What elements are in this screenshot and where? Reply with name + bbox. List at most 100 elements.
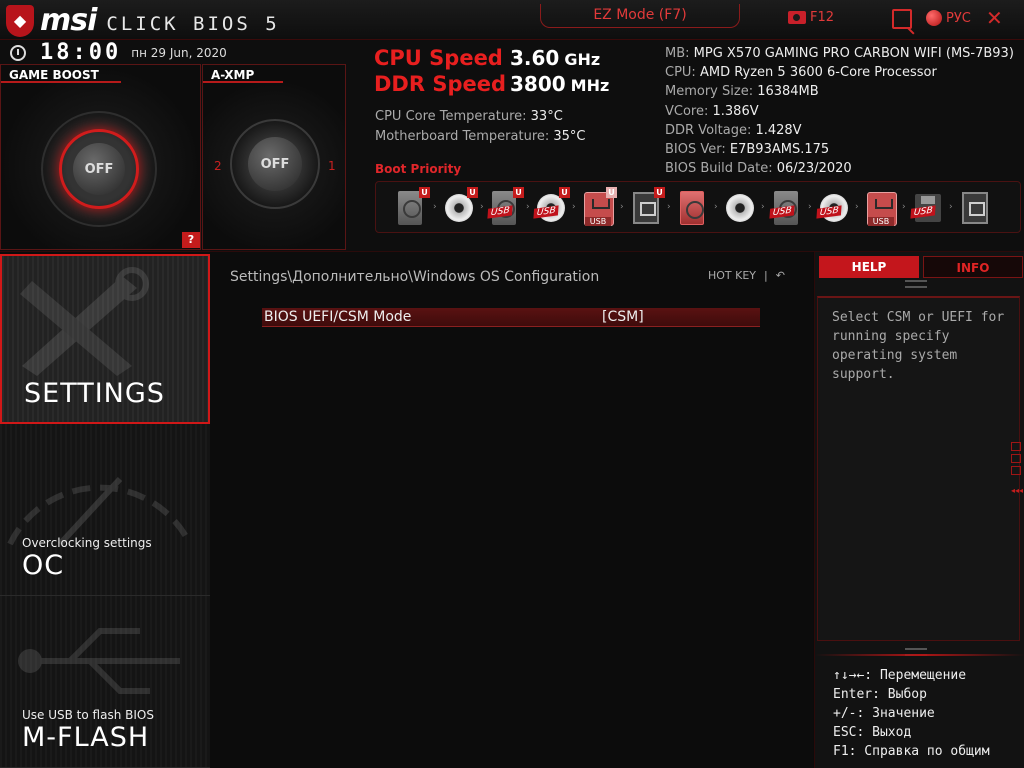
- help-text: Select CSM or UEFI for running specify o…: [832, 310, 1005, 382]
- uefi-badge: U: [606, 187, 617, 198]
- scroll-up-icon[interactable]: [905, 280, 927, 288]
- boot-device-network[interactable]: U: [631, 187, 665, 227]
- boot-device-network-legacy[interactable]: [960, 189, 990, 227]
- hotkey-separator: |: [764, 269, 768, 282]
- sysinfo-value: 1.386V: [712, 103, 759, 119]
- clock-time: 18:00: [40, 40, 122, 65]
- help-question-button[interactable]: ?: [182, 232, 200, 248]
- boot-device-usb-cd[interactable]: USB U: [533, 187, 570, 227]
- axmp-switch[interactable]: OFF: [248, 137, 302, 191]
- handle-box: [1011, 454, 1021, 463]
- cpu-temp-value: 33°C: [530, 109, 563, 124]
- setting-name: BIOS UEFI/CSM Mode: [264, 309, 412, 325]
- search-icon[interactable]: [892, 9, 912, 29]
- game-boost-label: GAME BOOST: [9, 68, 99, 82]
- boot-device-usb-cd-legacy[interactable]: USB: [816, 189, 849, 227]
- key-legend-item: ESC: Выход: [833, 725, 912, 740]
- handle-box: [1011, 442, 1021, 451]
- boot-device-usb-hdd[interactable]: USB U: [487, 187, 524, 227]
- expand-arrows-icon: ◂◂◂: [1011, 486, 1024, 495]
- cpu-speed-label: CPU Speed: [374, 46, 503, 70]
- sysinfo-value: E7B93AMS.175: [729, 142, 830, 158]
- boot-arrow-icon: ›: [620, 202, 624, 212]
- ez-mode-button[interactable]: EZ Mode (F7): [540, 4, 740, 28]
- nav-m-flash-subtitle: Use USB to flash BIOS: [22, 708, 154, 722]
- key-legend-item: Enter: Выбор: [833, 687, 927, 702]
- axmp-profile-2[interactable]: 2: [214, 159, 222, 173]
- nav-oc-subtitle: Overclocking settings: [22, 536, 152, 550]
- panel-divider: [815, 654, 1024, 656]
- language-button[interactable]: РУС: [926, 10, 971, 26]
- boot-arrow-icon: ›: [902, 202, 906, 212]
- clock-date: пн 29 Jun, 2020: [131, 45, 227, 60]
- sysinfo-value: 06/23/2020: [776, 161, 852, 177]
- usb-label: USB: [868, 217, 894, 226]
- uefi-badge: U: [654, 187, 665, 198]
- sysinfo-value: 1.428V: [755, 122, 802, 138]
- temperature-readout: CPU Core Temperature: 33°C Motherboard T…: [375, 107, 586, 147]
- globe-icon: [926, 10, 942, 26]
- boot-device-usb-floppy[interactable]: USB: [910, 189, 943, 227]
- product-name: CLICK BIOS 5: [106, 12, 280, 35]
- clock: 18:00 пн 29 Jun, 2020: [10, 40, 227, 65]
- boot-device-hdd[interactable]: U: [396, 187, 430, 227]
- boot-device-optical[interactable]: U: [444, 187, 478, 227]
- game-boost-switch[interactable]: OFF: [73, 143, 125, 195]
- mb-temp-value: 35°C: [553, 129, 586, 144]
- msi-logo: ◆ msi CLICK BIOS 5: [6, 3, 280, 38]
- sysinfo-label: DDR Voltage:: [665, 122, 756, 138]
- sysinfo-label: CPU:: [665, 65, 700, 81]
- game-boost-panel: GAME BOOST OFF: [0, 64, 201, 250]
- sysinfo-mb: MB: MPG X570 GAMING PRO CARBON WIFI (MS-…: [665, 44, 1014, 63]
- boot-arrow-icon: ›: [526, 202, 530, 212]
- panel-expand-handle[interactable]: ◂◂◂: [1011, 442, 1023, 497]
- sysinfo-value: 16384MB: [757, 84, 819, 100]
- hdd-icon: [680, 191, 704, 225]
- boot-device-optical-legacy[interactable]: [725, 189, 755, 227]
- help-info-panel: HELP INFO Select CSM or UEFI for running…: [814, 252, 1024, 768]
- uefi-badge: U: [419, 187, 430, 198]
- screenshot-button[interactable]: F12: [788, 10, 834, 25]
- sysinfo-label: VCore:: [665, 103, 713, 119]
- tab-info[interactable]: INFO: [923, 256, 1023, 278]
- hotkey-bar: HOT KEY | ↶: [708, 269, 785, 282]
- nav-m-flash[interactable]: Use USB to flash BIOS M-FLASH: [0, 596, 210, 768]
- back-icon[interactable]: ↶: [776, 269, 785, 282]
- boot-device-usb-hdd-legacy[interactable]: USB: [769, 189, 802, 227]
- close-icon[interactable]: ✕: [986, 6, 1003, 30]
- boot-priority-title: Boot Priority: [375, 162, 462, 176]
- setting-value[interactable]: [CSM]: [602, 309, 644, 325]
- brand-name: msi: [40, 3, 97, 38]
- nav-settings[interactable]: SETTINGS: [0, 254, 210, 424]
- axmp-profile-1[interactable]: 1: [328, 159, 336, 173]
- boot-arrow-icon: ›: [433, 202, 437, 212]
- sysinfo-label: BIOS Build Date:: [665, 161, 777, 177]
- tools-icon: [20, 267, 149, 376]
- boot-device-usb-key[interactable]: USB U: [583, 187, 617, 227]
- boot-device-usb-key-legacy[interactable]: USB: [866, 189, 897, 227]
- uefi-badge: U: [467, 187, 478, 198]
- screenshot-key-label: F12: [810, 10, 835, 25]
- usb-icon: [18, 628, 180, 694]
- boot-arrow-icon: ›: [667, 202, 671, 212]
- usb-label: USB: [585, 217, 611, 226]
- sysinfo-bios-ver: BIOS Ver: E7B93AMS.175: [665, 140, 1014, 159]
- nav-oc[interactable]: Overclocking settings OC: [0, 424, 210, 596]
- sysinfo-cpu: CPU: AMD Ryzen 5 3600 6-Core Processor: [665, 63, 1014, 82]
- boot-device-hdd-legacy[interactable]: [678, 189, 708, 227]
- sysinfo-memory: Memory Size: 16384MB: [665, 82, 1014, 101]
- key-legend-item: F1: Справка по общим: [833, 744, 990, 759]
- game-boost-state: OFF: [84, 161, 114, 177]
- nav-m-flash-title: M-FLASH: [22, 722, 150, 753]
- setting-row-uefi-csm[interactable]: BIOS UEFI/CSM Mode [CSM]: [262, 308, 760, 327]
- sysinfo-vcore: VCore: 1.386V: [665, 102, 1014, 121]
- boot-arrow-icon: ›: [949, 202, 953, 212]
- tab-help[interactable]: HELP: [819, 256, 919, 278]
- camera-icon: [788, 11, 806, 24]
- hotkey-button[interactable]: HOT KEY: [708, 269, 756, 282]
- boot-arrow-icon: ›: [572, 202, 576, 212]
- sysinfo-label: BIOS Ver:: [665, 142, 730, 158]
- mb-temp-label: Motherboard Temperature:: [375, 129, 554, 144]
- boot-priority-bar: U › U › USB U › USB U › USB U › U › › › …: [375, 181, 1021, 233]
- help-text-box: Select CSM or UEFI for running specify o…: [817, 296, 1020, 641]
